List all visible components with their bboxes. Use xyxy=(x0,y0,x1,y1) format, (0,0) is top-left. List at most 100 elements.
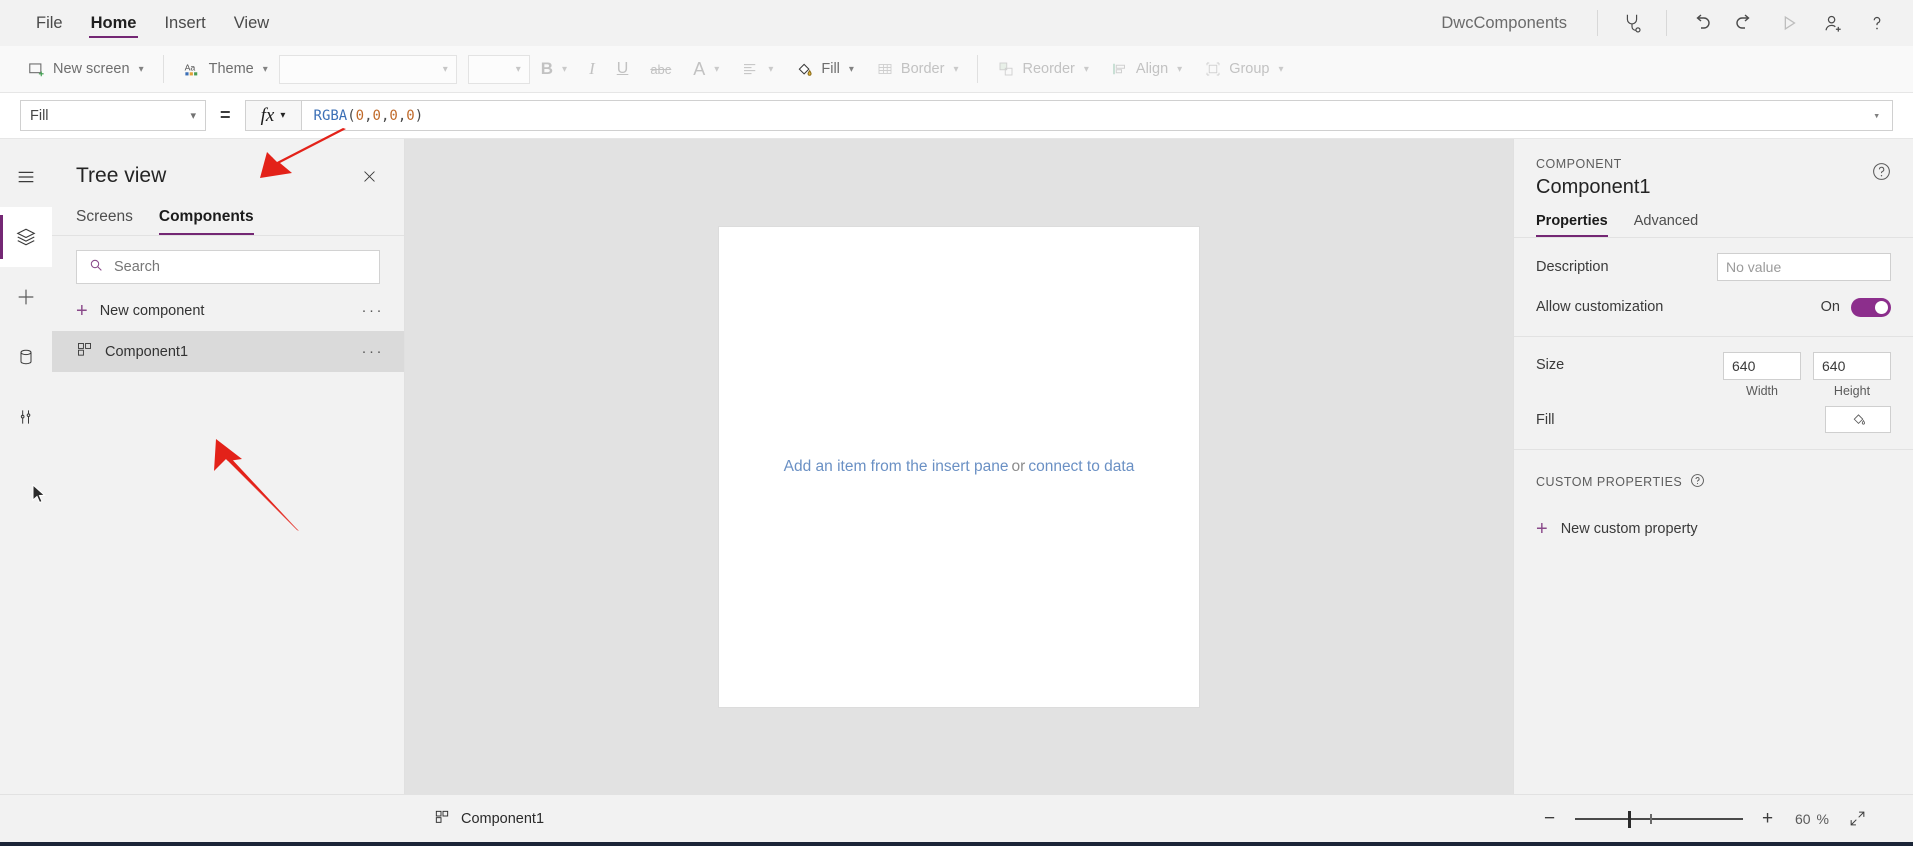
undo-icon[interactable] xyxy=(1679,1,1723,45)
plus-icon: + xyxy=(76,299,88,322)
help-icon[interactable] xyxy=(1855,1,1899,45)
insert-icon[interactable] xyxy=(0,267,52,327)
divider xyxy=(1514,449,1913,450)
reorder-button[interactable]: Reorder ▾ xyxy=(986,52,1099,86)
tree-item-component1[interactable]: Component1 ··· xyxy=(52,331,404,372)
divider xyxy=(162,55,164,83)
zoom-slider-track xyxy=(1574,817,1743,820)
component-icon xyxy=(434,809,450,829)
strikethrough-icon: abc xyxy=(650,61,672,77)
fill-color-button[interactable] xyxy=(1825,406,1891,433)
chevron-down-icon: ▾ xyxy=(262,63,268,75)
canvas-area[interactable]: Add an item from the insert pane or connec… xyxy=(405,139,1513,794)
fx-icon: fx xyxy=(260,104,275,126)
property-select[interactable]: Fill ▾ xyxy=(20,100,206,131)
font-family-select[interactable]: ▾ xyxy=(278,54,457,84)
tree-view-icon[interactable] xyxy=(0,207,52,267)
canvas-hint-or: or xyxy=(1011,457,1026,475)
reorder-icon xyxy=(997,60,1015,78)
formula-input[interactable]: RGBA(0, 0, 0, 0) ▾ xyxy=(300,100,1893,131)
advanced-tools-icon[interactable] xyxy=(0,387,52,447)
divider xyxy=(1666,10,1667,36)
theme-button[interactable]: Aa Theme ▾ xyxy=(172,52,279,86)
chevron-down-icon: ▾ xyxy=(1177,63,1183,75)
formula-open-paren: ( xyxy=(347,107,356,124)
underline-button[interactable]: U xyxy=(606,52,640,86)
new-component-row[interactable]: + New component ··· xyxy=(52,290,404,331)
new-component-overflow-menu[interactable]: ··· xyxy=(362,302,393,319)
group-button[interactable]: Group ▾ xyxy=(1193,52,1294,86)
fill-button[interactable]: Fill ▾ xyxy=(784,52,865,86)
height-input[interactable]: 640 xyxy=(1813,352,1891,380)
tab-screens[interactable]: Screens xyxy=(76,201,133,235)
zoom-out-button[interactable]: − xyxy=(1533,802,1567,836)
allow-customization-toggle[interactable] xyxy=(1851,297,1891,317)
description-field[interactable]: No value xyxy=(1717,253,1891,281)
main-body: Tree view Screens Components Search + Ne… xyxy=(0,128,1913,794)
tree-view-panel: Tree view Screens Components Search + Ne… xyxy=(52,128,405,794)
search-box[interactable] xyxy=(76,250,380,284)
tab-properties[interactable]: Properties xyxy=(1536,213,1608,237)
new-screen-button[interactable]: New screen ▾ xyxy=(16,52,155,86)
hamburger-menu-icon[interactable] xyxy=(0,147,52,207)
italic-button[interactable]: I xyxy=(578,52,606,86)
chevron-down-icon: ▾ xyxy=(1083,63,1089,75)
zoom-in-button[interactable]: + xyxy=(1751,802,1785,836)
bold-button[interactable]: B ▾ xyxy=(530,52,578,86)
formula-arg-0: 0 xyxy=(355,107,365,124)
divider xyxy=(977,55,979,83)
height-caption: Height xyxy=(1833,384,1871,398)
font-color-button[interactable]: A ▾ xyxy=(682,52,730,86)
font-size-select[interactable]: ▾ xyxy=(467,54,530,84)
tab-advanced[interactable]: Advanced xyxy=(1634,213,1699,237)
close-icon[interactable] xyxy=(354,161,384,191)
fit-to-screen-icon[interactable] xyxy=(1839,802,1875,836)
width-input[interactable]: 640 xyxy=(1723,352,1801,380)
share-icon[interactable] xyxy=(1811,1,1855,45)
zoom-slider[interactable] xyxy=(1574,804,1743,834)
custom-properties-help-icon[interactable] xyxy=(1690,473,1705,491)
chevron-down-icon: ▾ xyxy=(953,63,959,75)
menu-bar-actions: DwcComponents xyxy=(1441,0,1913,46)
menu-item-view[interactable]: View xyxy=(220,0,283,46)
menu-item-home[interactable]: Home xyxy=(77,0,151,46)
data-icon[interactable] xyxy=(0,327,52,387)
help-icon[interactable] xyxy=(1871,161,1893,183)
new-custom-property-button[interactable]: + New custom property xyxy=(1514,491,1913,539)
component-canvas[interactable]: Add an item from the insert pane or connec… xyxy=(719,226,1199,707)
chevron-down-icon: ▾ xyxy=(280,110,286,121)
border-button[interactable]: Border ▾ xyxy=(865,52,970,86)
formula-sep: , xyxy=(380,107,390,124)
custom-properties-title: CUSTOM PROPERTIES xyxy=(1536,475,1683,489)
new-custom-property-label: New custom property xyxy=(1560,521,1698,537)
search-input[interactable] xyxy=(114,259,368,275)
redo-icon[interactable] xyxy=(1723,1,1767,45)
formula-function-name: RGBA xyxy=(313,107,348,124)
fill-row: Fill xyxy=(1514,398,1913,433)
text-align-button[interactable]: ▾ xyxy=(730,52,784,86)
app-checker-icon[interactable] xyxy=(1610,1,1654,45)
properties-panel: COMPONENT Component1 Properties Advanced… xyxy=(32,139,1913,794)
menu-item-file[interactable]: File xyxy=(22,0,77,46)
formula-arg-1: 0 xyxy=(372,107,381,124)
menu-item-insert[interactable]: Insert xyxy=(150,0,219,46)
tree-item-overflow-menu[interactable]: ··· xyxy=(362,343,393,360)
underline-icon: U xyxy=(616,60,629,77)
strikethrough-button[interactable]: abc xyxy=(639,52,682,86)
formula-expand-chevron-icon[interactable]: ▾ xyxy=(1873,109,1880,122)
zoom-slider-handle[interactable] xyxy=(1628,810,1632,828)
divider xyxy=(1597,10,1598,36)
tab-components[interactable]: Components xyxy=(158,201,254,235)
insert-pane-link[interactable]: Add an item from the insert pane xyxy=(784,458,1009,475)
border-icon xyxy=(876,60,894,78)
paint-bucket-icon xyxy=(795,60,814,79)
preview-icon[interactable] xyxy=(1767,1,1811,45)
fx-button[interactable]: fx ▾ xyxy=(244,100,301,131)
allow-customization-state: On xyxy=(1820,299,1840,315)
align-button[interactable]: Align ▾ xyxy=(1100,52,1193,86)
properties-tabs: Properties Advanced xyxy=(1514,199,1913,238)
svg-text:Aa: Aa xyxy=(184,62,195,72)
fill-label: Fill xyxy=(821,61,840,77)
search-icon xyxy=(88,257,104,278)
connect-to-data-link[interactable]: connect to data xyxy=(1028,458,1134,475)
